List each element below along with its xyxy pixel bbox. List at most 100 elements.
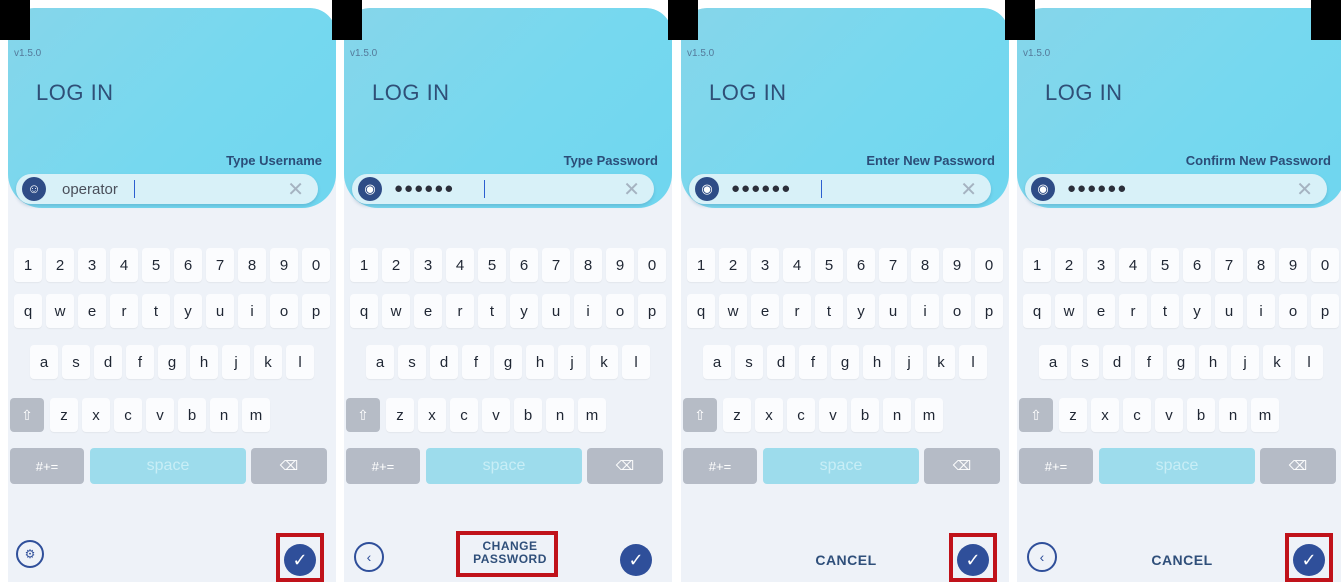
key-8[interactable]: 8 <box>1247 248 1275 282</box>
key-d[interactable]: d <box>94 345 122 379</box>
key-q[interactable]: q <box>350 294 378 328</box>
key-b[interactable]: b <box>178 398 206 432</box>
eye-icon[interactable]: ◉ <box>358 177 382 201</box>
key-e[interactable]: e <box>1087 294 1115 328</box>
key-a[interactable]: a <box>30 345 58 379</box>
back-arrow-icon[interactable]: ‹ <box>354 542 384 572</box>
key-g[interactable]: g <box>1167 345 1195 379</box>
key-7[interactable]: 7 <box>206 248 234 282</box>
key-7[interactable]: 7 <box>1215 248 1243 282</box>
username-field[interactable]: ☺ operator ✕ <box>16 174 318 204</box>
key-p[interactable]: p <box>638 294 666 328</box>
key-i[interactable]: i <box>911 294 939 328</box>
key-j[interactable]: j <box>1231 345 1259 379</box>
key-l[interactable]: l <box>959 345 987 379</box>
key-w[interactable]: w <box>719 294 747 328</box>
key-f[interactable]: f <box>1135 345 1163 379</box>
key-x[interactable]: x <box>755 398 783 432</box>
clear-icon[interactable]: ✕ <box>623 177 640 202</box>
key-2[interactable]: 2 <box>1055 248 1083 282</box>
key-a[interactable]: a <box>703 345 731 379</box>
key-0[interactable]: 0 <box>302 248 330 282</box>
key-s[interactable]: s <box>1071 345 1099 379</box>
eye-icon[interactable]: ◉ <box>1031 177 1055 201</box>
key-t[interactable]: t <box>478 294 506 328</box>
delete-key[interactable]: ⌫ <box>251 448 327 484</box>
clear-icon[interactable]: ✕ <box>1296 177 1313 202</box>
key-z[interactable]: z <box>386 398 414 432</box>
key-q[interactable]: q <box>14 294 42 328</box>
key-a[interactable]: a <box>1039 345 1067 379</box>
key-k[interactable]: k <box>590 345 618 379</box>
key-8[interactable]: 8 <box>911 248 939 282</box>
key-b[interactable]: b <box>851 398 879 432</box>
key-v[interactable]: v <box>819 398 847 432</box>
key-d[interactable]: d <box>767 345 795 379</box>
key-r[interactable]: r <box>446 294 474 328</box>
key-3[interactable]: 3 <box>1087 248 1115 282</box>
key-q[interactable]: q <box>687 294 715 328</box>
key-t[interactable]: t <box>815 294 843 328</box>
key-e[interactable]: e <box>414 294 442 328</box>
key-l[interactable]: l <box>1295 345 1323 379</box>
key-9[interactable]: 9 <box>1279 248 1307 282</box>
key-t[interactable]: t <box>142 294 170 328</box>
key-n[interactable]: n <box>210 398 238 432</box>
shift-key[interactable]: ⇧ <box>1019 398 1053 432</box>
key-2[interactable]: 2 <box>382 248 410 282</box>
shift-key[interactable]: ⇧ <box>683 398 717 432</box>
key-8[interactable]: 8 <box>238 248 266 282</box>
key-e[interactable]: e <box>78 294 106 328</box>
key-z[interactable]: z <box>723 398 751 432</box>
key-1[interactable]: 1 <box>350 248 378 282</box>
password-field[interactable]: ◉ ●●●●●● ✕ <box>1025 174 1327 204</box>
key-g[interactable]: g <box>494 345 522 379</box>
key-r[interactable]: r <box>1119 294 1147 328</box>
key-0[interactable]: 0 <box>975 248 1003 282</box>
key-o[interactable]: o <box>606 294 634 328</box>
shift-key[interactable]: ⇧ <box>346 398 380 432</box>
key-y[interactable]: y <box>847 294 875 328</box>
key-i[interactable]: i <box>1247 294 1275 328</box>
space-key[interactable]: space <box>1099 448 1255 484</box>
clear-icon[interactable]: ✕ <box>287 177 304 202</box>
key-s[interactable]: s <box>398 345 426 379</box>
key-n[interactable]: n <box>546 398 574 432</box>
key-3[interactable]: 3 <box>414 248 442 282</box>
key-n[interactable]: n <box>1219 398 1247 432</box>
key-f[interactable]: f <box>462 345 490 379</box>
key-c[interactable]: c <box>450 398 478 432</box>
key-c[interactable]: c <box>787 398 815 432</box>
key-4[interactable]: 4 <box>110 248 138 282</box>
key-p[interactable]: p <box>975 294 1003 328</box>
delete-key[interactable]: ⌫ <box>1260 448 1336 484</box>
cancel-button[interactable]: CANCEL <box>801 552 891 568</box>
key-4[interactable]: 4 <box>783 248 811 282</box>
key-d[interactable]: d <box>430 345 458 379</box>
key-h[interactable]: h <box>526 345 554 379</box>
key-4[interactable]: 4 <box>446 248 474 282</box>
key-5[interactable]: 5 <box>1151 248 1179 282</box>
key-y[interactable]: y <box>174 294 202 328</box>
password-field[interactable]: ◉ ●●●●●● ✕ <box>352 174 654 204</box>
confirm-check-icon[interactable]: ✓ <box>620 544 652 576</box>
key-j[interactable]: j <box>895 345 923 379</box>
key-6[interactable]: 6 <box>174 248 202 282</box>
key-x[interactable]: x <box>418 398 446 432</box>
key-w[interactable]: w <box>382 294 410 328</box>
key-h[interactable]: h <box>1199 345 1227 379</box>
key-i[interactable]: i <box>238 294 266 328</box>
key-7[interactable]: 7 <box>542 248 570 282</box>
space-key[interactable]: space <box>90 448 246 484</box>
key-6[interactable]: 6 <box>510 248 538 282</box>
key-h[interactable]: h <box>190 345 218 379</box>
space-key[interactable]: space <box>426 448 582 484</box>
key-v[interactable]: v <box>482 398 510 432</box>
key-1[interactable]: 1 <box>687 248 715 282</box>
key-6[interactable]: 6 <box>1183 248 1211 282</box>
key-7[interactable]: 7 <box>879 248 907 282</box>
key-b[interactable]: b <box>514 398 542 432</box>
key-f[interactable]: f <box>799 345 827 379</box>
key-v[interactable]: v <box>146 398 174 432</box>
key-0[interactable]: 0 <box>638 248 666 282</box>
